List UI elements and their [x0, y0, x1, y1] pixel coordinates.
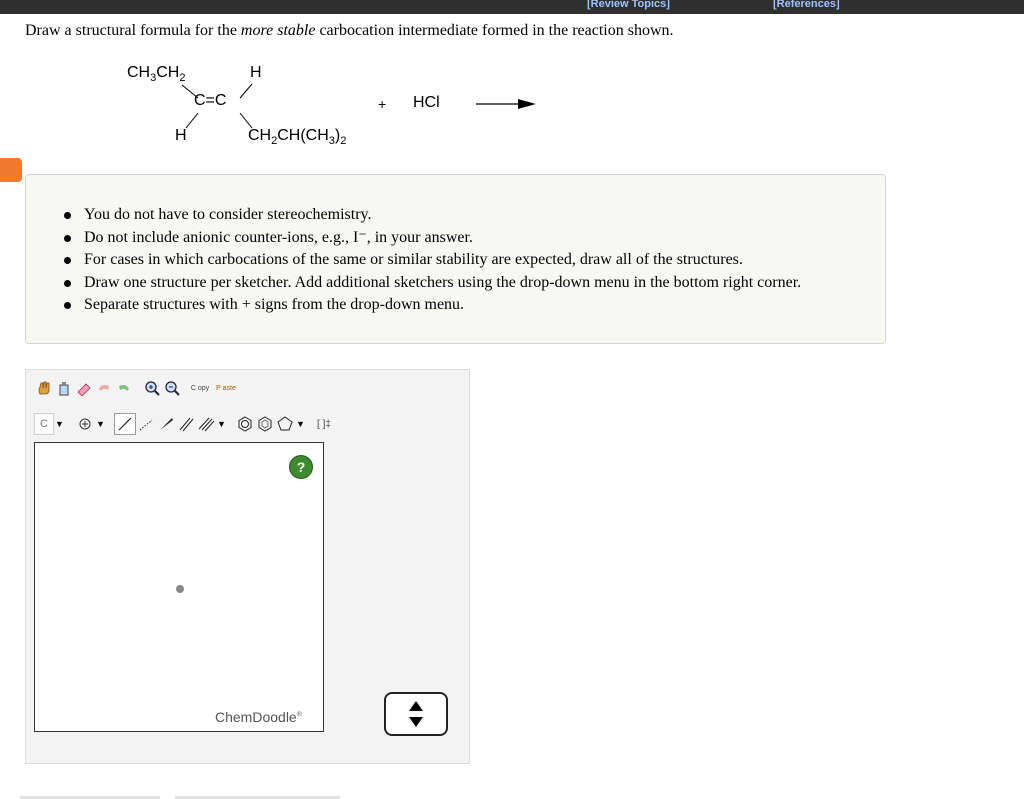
redo-icon[interactable]	[114, 377, 134, 399]
instruction-item: Separate structures with + signs from th…	[63, 295, 801, 318]
up-down-arrows-icon	[409, 701, 423, 727]
copy-button[interactable]: C opy	[190, 377, 210, 399]
top-nav-bar: [Review Topics] [References]	[0, 0, 1024, 14]
triple-bond-tool[interactable]	[196, 413, 216, 435]
reaction-scheme: CH3CH2 H C=C H CH2CH(CH3)2 + HCl	[110, 58, 570, 158]
zoom-out-icon[interactable]	[162, 377, 182, 399]
instructions-panel: You do not have to consider stereochemis…	[25, 174, 886, 344]
toolbar-row-1: C opy P aste	[34, 377, 236, 399]
review-topics-link[interactable]: [Review Topics]	[587, 0, 670, 10]
add-sketcher-spinner[interactable]	[384, 692, 448, 736]
chemdoodle-logo: ChemDoodle®	[215, 709, 302, 725]
hand-pan-icon[interactable]	[34, 377, 54, 399]
charge-dropdown-icon[interactable]: ▼	[95, 413, 106, 435]
references-link[interactable]: [References]	[773, 0, 840, 10]
question-prompt: Draw a structural formula for the more s…	[25, 22, 674, 39]
question-marker-tab[interactable]	[0, 158, 22, 182]
bond-lines	[181, 83, 536, 129]
undo-icon[interactable]	[94, 377, 114, 399]
bond-dropdown-icon[interactable]: ▼	[216, 413, 227, 435]
benzene-ring-tool[interactable]	[235, 413, 255, 435]
help-icon[interactable]: ?	[289, 455, 313, 479]
toolbar-row-2: C ▼ ▼ ▼ ▼ []‡	[34, 413, 334, 435]
pentagon-ring-tool[interactable]	[275, 413, 295, 435]
double-bond-tool[interactable]	[176, 413, 196, 435]
eraser-icon[interactable]	[74, 377, 94, 399]
single-bond-tool[interactable]	[114, 413, 136, 435]
lasso-clear-icon[interactable]	[54, 377, 74, 399]
zoom-in-icon[interactable]	[142, 377, 162, 399]
canvas-cursor-dot	[176, 585, 184, 593]
instruction-item: Do not include anionic counter-ions, e.g…	[63, 228, 801, 251]
instruction-item: Draw one structure per sketcher. Add add…	[63, 273, 801, 296]
plus-sign: +	[378, 96, 387, 112]
instruction-item: You do not have to consider stereochemis…	[63, 205, 801, 228]
hexagon-ring-tool[interactable]	[255, 413, 275, 435]
instructions-list: You do not have to consider stereochemis…	[63, 205, 801, 318]
paste-button[interactable]: P aste	[216, 377, 236, 399]
charge-plus-icon[interactable]	[75, 413, 95, 435]
ring-dropdown-icon[interactable]: ▼	[295, 413, 306, 435]
chemdoodle-sketcher: C opy P aste C ▼ ▼ ▼ ▼ []‡ ? ChemDoodle…	[25, 369, 470, 764]
instruction-item: For cases in which carbocations of the s…	[63, 250, 801, 273]
wedge-bond-tool[interactable]	[156, 413, 176, 435]
reagent-hcl: HCl	[413, 94, 440, 111]
element-dropdown-icon[interactable]: ▼	[54, 413, 65, 435]
dashed-bond-tool[interactable]	[136, 413, 156, 435]
drawing-canvas[interactable]: ? ChemDoodle®	[34, 442, 324, 732]
element-selector[interactable]: C	[34, 413, 54, 435]
bracket-template-tool[interactable]: [ ]‡	[314, 413, 334, 435]
